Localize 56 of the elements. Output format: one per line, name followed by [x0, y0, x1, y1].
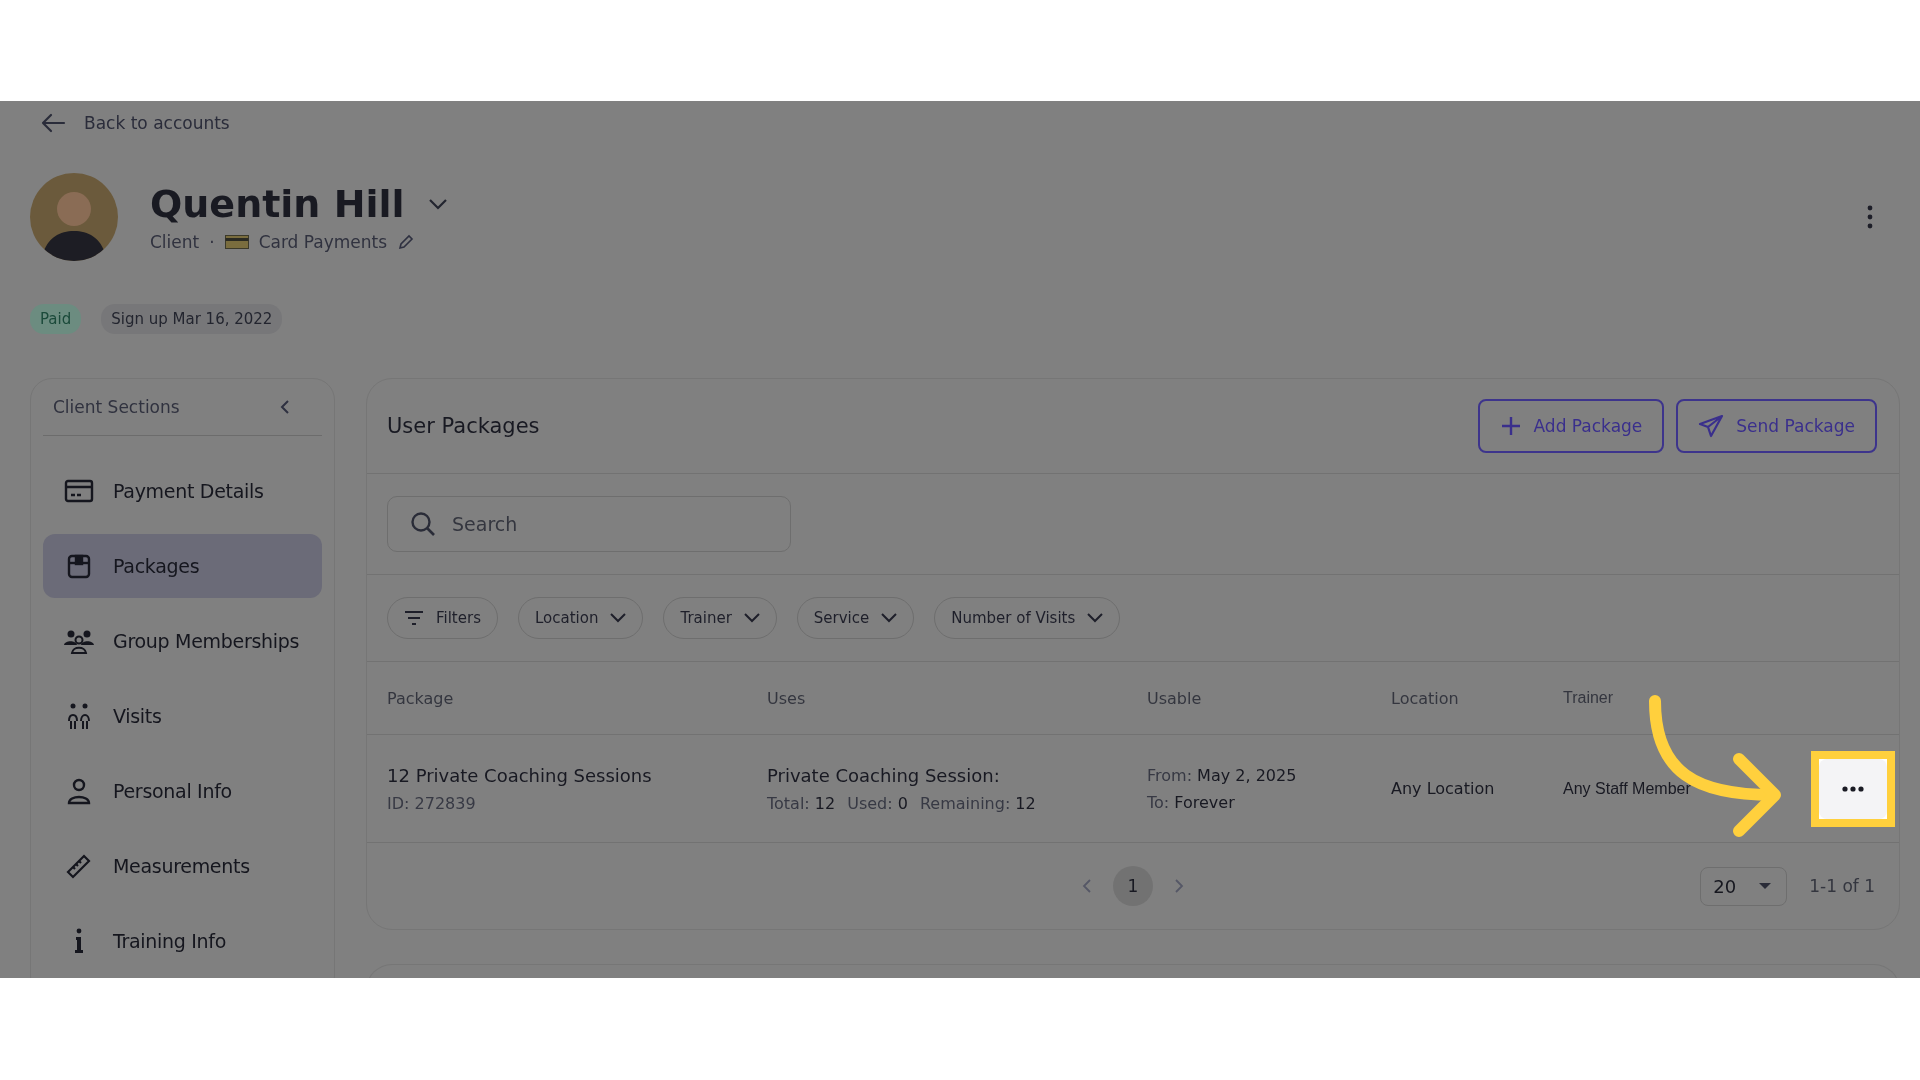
- client-role: Client: [150, 232, 200, 252]
- section-icon: [74, 926, 84, 956]
- column-header: Package: [387, 688, 455, 708]
- package-id: ID: 272839: [387, 793, 477, 813]
- total-uses: Total: 12: [767, 793, 836, 813]
- more-icon: [1842, 785, 1864, 792]
- panel-title: User Packages: [387, 414, 540, 438]
- service-name: Private Coaching Session:: [767, 764, 1001, 786]
- sidebar-item[interactable]: Measurements: [43, 834, 322, 898]
- used-count: Used: 0: [847, 793, 908, 813]
- filter-icon: [404, 609, 424, 627]
- package-name: 12 Private Coaching Sessions: [387, 764, 653, 786]
- usable-from: From: May 2, 2025: [1147, 765, 1298, 785]
- client-name: Quentin Hill: [150, 182, 405, 226]
- page-size-select[interactable]: 20: [1700, 866, 1788, 906]
- sidebar-item[interactable]: Personal Info: [43, 759, 322, 823]
- chevron-down-icon: [1087, 613, 1104, 623]
- remaining-count: Remaining: 12: [919, 793, 1036, 813]
- column-header: Location: [1391, 688, 1460, 708]
- table-cell-text: Any Staff Member: [1563, 779, 1692, 798]
- card-icon: [224, 235, 249, 249]
- send-package-button[interactable]: Send Package: [1676, 399, 1877, 453]
- signup-date-badge: Sign up Mar 16, 2022: [101, 304, 283, 334]
- chevron-down-icon: [610, 613, 627, 623]
- previous-page-icon[interactable]: [1081, 878, 1093, 894]
- edit-icon[interactable]: [397, 233, 416, 251]
- page-range: 1-1 of 1: [1809, 876, 1875, 896]
- next-page-icon[interactable]: [1173, 878, 1185, 894]
- sidebar-item[interactable]: Group Memberships: [43, 609, 322, 673]
- caret-icon: [1758, 882, 1773, 890]
- sidebar-item[interactable]: Training Info: [43, 909, 322, 973]
- usable-to: To: Forever: [1147, 792, 1236, 812]
- sidebar-item[interactable]: Visits: [43, 684, 322, 748]
- column-header: Uses: [767, 688, 807, 708]
- chevron-down-icon: [743, 613, 760, 623]
- search-field[interactable]: Search: [387, 496, 791, 552]
- add-package-button[interactable]: Add Package: [1477, 399, 1665, 453]
- chevron-down-icon[interactable]: [426, 197, 449, 211]
- paper-plane-icon: [1698, 414, 1725, 438]
- search-icon: [409, 510, 437, 538]
- column-header: Trainer: [1563, 689, 1615, 707]
- back-arrow-icon: [40, 113, 66, 133]
- table-cell-text: Any Location: [1391, 779, 1496, 798]
- sidebar-title: Client Sections: [53, 397, 180, 417]
- status-badge: Paid: [30, 304, 82, 334]
- separator-dot: ·: [209, 232, 215, 252]
- column-header: Usable: [1147, 688, 1203, 708]
- chevron-down-icon: [881, 613, 898, 623]
- sidebar-item[interactable]: Packages: [43, 534, 322, 598]
- collapse-icon[interactable]: [278, 398, 292, 416]
- back-link[interactable]: Back to accounts: [40, 113, 230, 133]
- more-options-icon[interactable]: [1866, 204, 1874, 230]
- page-button[interactable]: 1: [1113, 866, 1153, 906]
- payment-method: Card Payments: [258, 232, 388, 252]
- plus-icon: [1499, 415, 1522, 437]
- sidebar-item[interactable]: Payment Details: [43, 459, 322, 523]
